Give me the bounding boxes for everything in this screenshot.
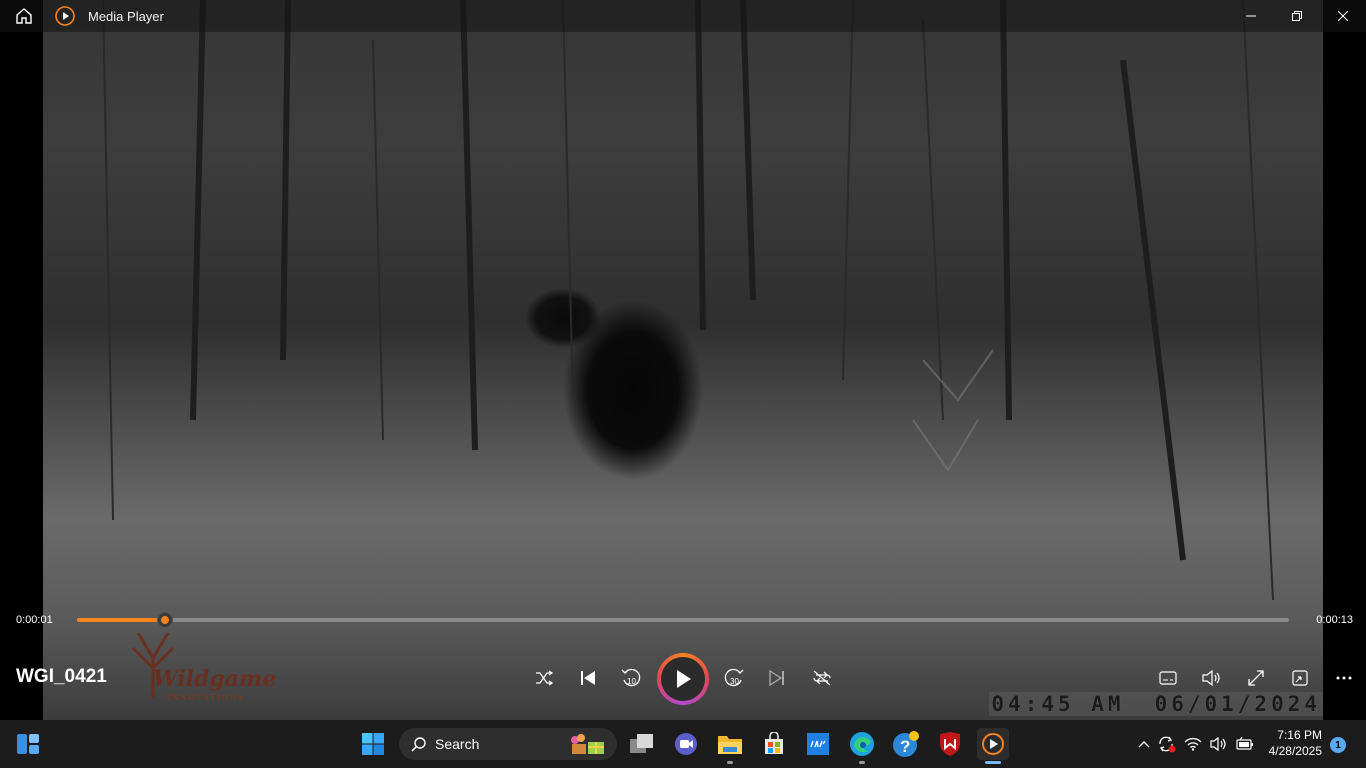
sync-status-button[interactable] bbox=[1154, 728, 1180, 760]
myhp-button[interactable] bbox=[802, 728, 834, 760]
media-player-taskbar-button[interactable] bbox=[977, 728, 1009, 764]
fullscreen-icon bbox=[1248, 670, 1264, 686]
close-icon bbox=[1338, 11, 1348, 21]
sync-alert-icon bbox=[1159, 736, 1176, 753]
media-player-app-icon bbox=[54, 5, 76, 27]
myhp-icon bbox=[807, 733, 829, 755]
media-player-window: Wildgame INNOVATIONS 04:45 AM 06/01/2024 … bbox=[0, 0, 1366, 768]
fullscreen-button[interactable] bbox=[1240, 662, 1272, 694]
minimize-icon bbox=[1246, 15, 1256, 17]
play-icon bbox=[677, 670, 691, 688]
camera-date: 06/01/2024 bbox=[1154, 692, 1321, 716]
skip-back-label: 10 bbox=[627, 677, 636, 686]
skip-forward-button[interactable]: 30 bbox=[718, 662, 750, 694]
repeat-off-icon bbox=[813, 670, 831, 686]
forest-scene bbox=[102, 0, 1274, 601]
camera-timestamp: 04:45 AM 06/01/2024 bbox=[989, 692, 1323, 716]
battery-button[interactable] bbox=[1232, 728, 1258, 760]
repeat-button[interactable] bbox=[806, 662, 838, 694]
skip-forward-30-icon: 30 bbox=[724, 668, 744, 687]
task-view-button[interactable] bbox=[626, 728, 658, 760]
speaker-icon bbox=[1210, 737, 1226, 751]
wildgame-watermark-logo: Wildgame INNOVATIONS bbox=[113, 628, 277, 708]
seek-bar[interactable] bbox=[77, 613, 1289, 627]
media-title: WGI_0421 bbox=[16, 666, 107, 687]
task-view-icon bbox=[630, 734, 653, 753]
skip-forward-label: 30 bbox=[730, 677, 739, 686]
captions-icon bbox=[1159, 671, 1177, 685]
video-call-icon bbox=[675, 733, 697, 755]
widgets-button[interactable] bbox=[12, 728, 44, 760]
minimize-button[interactable] bbox=[1228, 0, 1274, 32]
running-indicator bbox=[859, 761, 865, 764]
title-bar: Media Player bbox=[0, 0, 1366, 32]
next-icon bbox=[769, 670, 784, 686]
restore-button[interactable] bbox=[1274, 0, 1320, 32]
watermark-subtext: INNOVATIONS bbox=[167, 692, 245, 702]
skip-back-button[interactable]: 10 bbox=[615, 662, 647, 694]
miniplayer-icon bbox=[1292, 670, 1308, 686]
gift-flowers-icon bbox=[571, 734, 604, 754]
next-button[interactable] bbox=[761, 662, 793, 694]
media-player-icon bbox=[982, 733, 1004, 755]
current-time: 0:00:01 bbox=[16, 614, 53, 626]
shuffle-icon bbox=[536, 670, 553, 686]
edge-browser-button[interactable] bbox=[846, 728, 878, 764]
widgets-icon bbox=[17, 734, 39, 754]
teams-meet-button[interactable] bbox=[670, 728, 702, 760]
taskbar-search-box[interactable]: Search bbox=[399, 728, 617, 760]
wifi-icon bbox=[1184, 737, 1202, 751]
app-title: Media Player bbox=[88, 8, 164, 24]
restore-icon bbox=[1292, 11, 1302, 21]
duration: 0:00:13 bbox=[1316, 614, 1353, 626]
help-icon: ? bbox=[893, 731, 919, 757]
active-indicator bbox=[985, 761, 1001, 764]
running-indicator bbox=[727, 761, 733, 764]
seek-bar-progress bbox=[77, 618, 166, 622]
watermark-brand: Wildgame bbox=[153, 666, 277, 692]
skip-back-10-icon: 10 bbox=[621, 668, 641, 687]
wifi-button[interactable] bbox=[1180, 728, 1206, 760]
camera-time: 04:45 AM bbox=[991, 692, 1125, 716]
play-button-inner bbox=[661, 657, 705, 701]
mcafee-shield-icon bbox=[940, 732, 960, 756]
mcafee-button[interactable] bbox=[934, 728, 966, 760]
window-controls bbox=[1228, 0, 1366, 32]
microsoft-store-button[interactable] bbox=[758, 728, 790, 760]
more-options-button[interactable] bbox=[1328, 662, 1360, 694]
clock-time: 7:16 PM bbox=[1277, 728, 1322, 742]
system-tray bbox=[1134, 720, 1258, 768]
home-icon bbox=[16, 8, 32, 24]
speaker-button[interactable] bbox=[1206, 728, 1232, 760]
close-button[interactable] bbox=[1320, 0, 1366, 32]
start-button[interactable] bbox=[357, 728, 389, 760]
previous-button[interactable] bbox=[572, 662, 604, 694]
chevron-up-icon bbox=[1138, 741, 1150, 748]
clock-date: 4/28/2025 bbox=[1268, 744, 1322, 758]
search-icon bbox=[411, 737, 426, 752]
miniplayer-button[interactable] bbox=[1284, 662, 1316, 694]
home-button[interactable] bbox=[0, 0, 48, 32]
volume-icon bbox=[1202, 670, 1220, 686]
folder-icon bbox=[718, 736, 742, 754]
show-hidden-icons-button[interactable] bbox=[1134, 728, 1154, 760]
taskbar-clock[interactable]: 7:16 PM 4/28/2025 bbox=[1269, 727, 1322, 759]
store-icon bbox=[765, 732, 783, 754]
file-explorer-button[interactable] bbox=[714, 728, 746, 764]
volume-button[interactable] bbox=[1196, 662, 1228, 694]
battery-charging-icon bbox=[1236, 737, 1253, 750]
more-options-icon bbox=[1336, 676, 1352, 680]
notification-badge[interactable]: 1 bbox=[1330, 737, 1346, 753]
video-frame[interactable]: Wildgame INNOVATIONS 04:45 AM 06/01/2024 bbox=[43, 0, 1323, 720]
search-label: Search bbox=[435, 736, 480, 752]
captions-button[interactable] bbox=[1152, 662, 1184, 694]
play-button[interactable] bbox=[657, 653, 709, 705]
get-help-button[interactable]: ? bbox=[890, 728, 922, 760]
shuffle-button[interactable] bbox=[528, 662, 560, 694]
edge-browser-icon bbox=[850, 732, 874, 756]
svg-text:?: ? bbox=[900, 737, 910, 756]
windows-start-icon bbox=[362, 733, 384, 755]
previous-icon bbox=[581, 671, 595, 685]
